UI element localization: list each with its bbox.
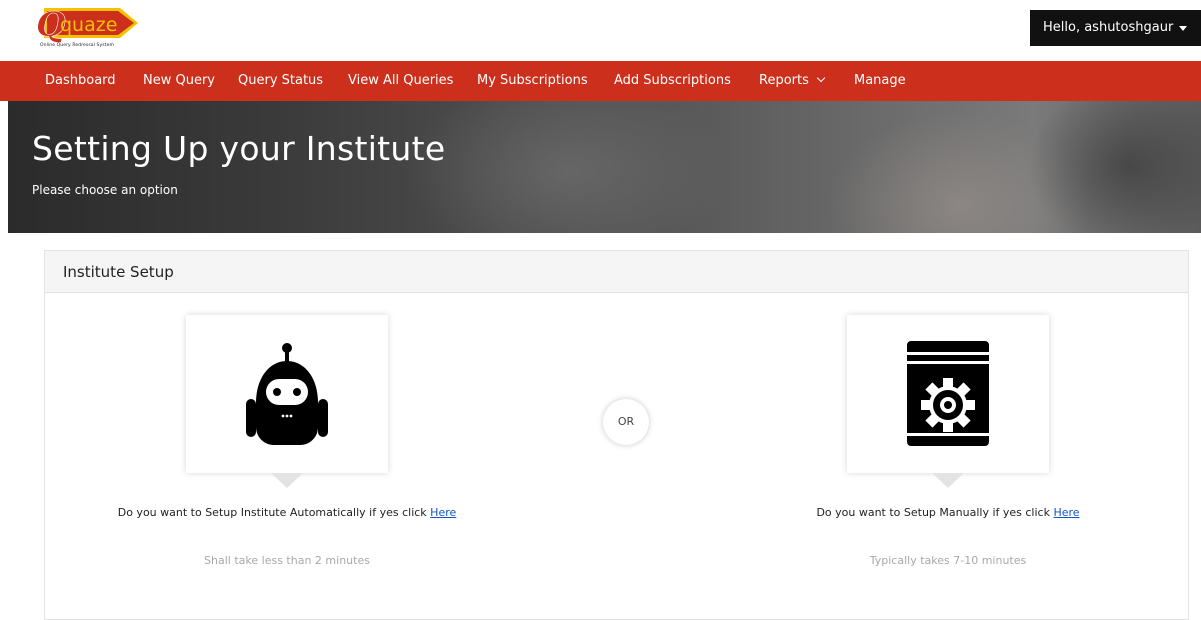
card-header: Institute Setup (45, 251, 1188, 293)
nav-item-manage[interactable]: Manage (854, 61, 906, 101)
manual-setup-note: Typically takes 7-10 minutes (869, 554, 1027, 567)
manual-setup-link[interactable]: Here (1053, 506, 1079, 519)
user-greeting: Hello, ashutoshgaur (1043, 20, 1174, 35)
nav-label: View All Queries (348, 73, 454, 88)
option-description: Do you want to Setup Institute Automatic… (117, 506, 427, 519)
hero-background-shape (1028, 101, 1201, 233)
nav-item-view-all-queries[interactable]: View All Queries (348, 61, 453, 101)
logo-tagline: Online Query Redressal System (40, 43, 114, 48)
card-title: Institute Setup (63, 263, 174, 281)
nav-item-query-status[interactable]: Query Status (238, 61, 323, 101)
nav-item-dashboard[interactable]: Dashboard (45, 61, 116, 101)
manual-setup-option[interactable] (847, 315, 1049, 473)
caret-down-icon (1179, 26, 1187, 31)
automatic-setup-option[interactable] (186, 315, 388, 473)
top-header: Q quaze Online Query Redressal System He… (0, 0, 1201, 61)
nav-label: My Subscriptions (477, 73, 588, 88)
option-description: Do you want to Setup Manually if yes cli… (816, 506, 1050, 519)
chevron-down-icon (816, 73, 826, 83)
logo-graphic: Q quaze (36, 6, 138, 45)
nav-label: Reports (759, 73, 809, 88)
nav-item-new-query[interactable]: New Query (143, 61, 215, 101)
nav-item-my-subscriptions[interactable]: My Subscriptions (477, 61, 588, 101)
automatic-setup-note: Shall take less than 2 minutes (204, 554, 370, 567)
automatic-setup-link[interactable]: Here (430, 506, 456, 519)
robot-icon (246, 343, 328, 445)
manual-setup-text: Do you want to Setup Manually if yes cli… (778, 502, 1118, 523)
callout-arrow (271, 473, 303, 488)
nav-label: New Query (143, 73, 215, 88)
hero-banner: Setting Up your Institute Please choose … (8, 101, 1201, 233)
automatic-setup-text: Do you want to Setup Institute Automatic… (117, 502, 457, 523)
callout-arrow (932, 473, 964, 488)
page-title: Setting Up your Institute (32, 129, 446, 168)
nav-label: Dashboard (45, 73, 116, 88)
hero-background-shape (408, 101, 728, 233)
or-separator: OR (603, 399, 649, 445)
logo-text: quaze (60, 14, 117, 36)
nav-item-reports[interactable]: Reports (759, 61, 826, 101)
nav-label: Query Status (238, 73, 324, 88)
page-subtitle: Please choose an option (32, 183, 178, 197)
brand-logo[interactable]: Q quaze Online Query Redressal System (34, 6, 144, 52)
settings-book-icon (907, 341, 989, 446)
nav-label: Add Subscriptions (614, 73, 731, 88)
nav-item-add-subscriptions[interactable]: Add Subscriptions (614, 61, 731, 101)
user-menu-button[interactable]: Hello, ashutoshgaur (1030, 10, 1201, 46)
main-nav: Dashboard New Query Query Status View Al… (0, 61, 1201, 101)
nav-label: Manage (854, 73, 906, 88)
